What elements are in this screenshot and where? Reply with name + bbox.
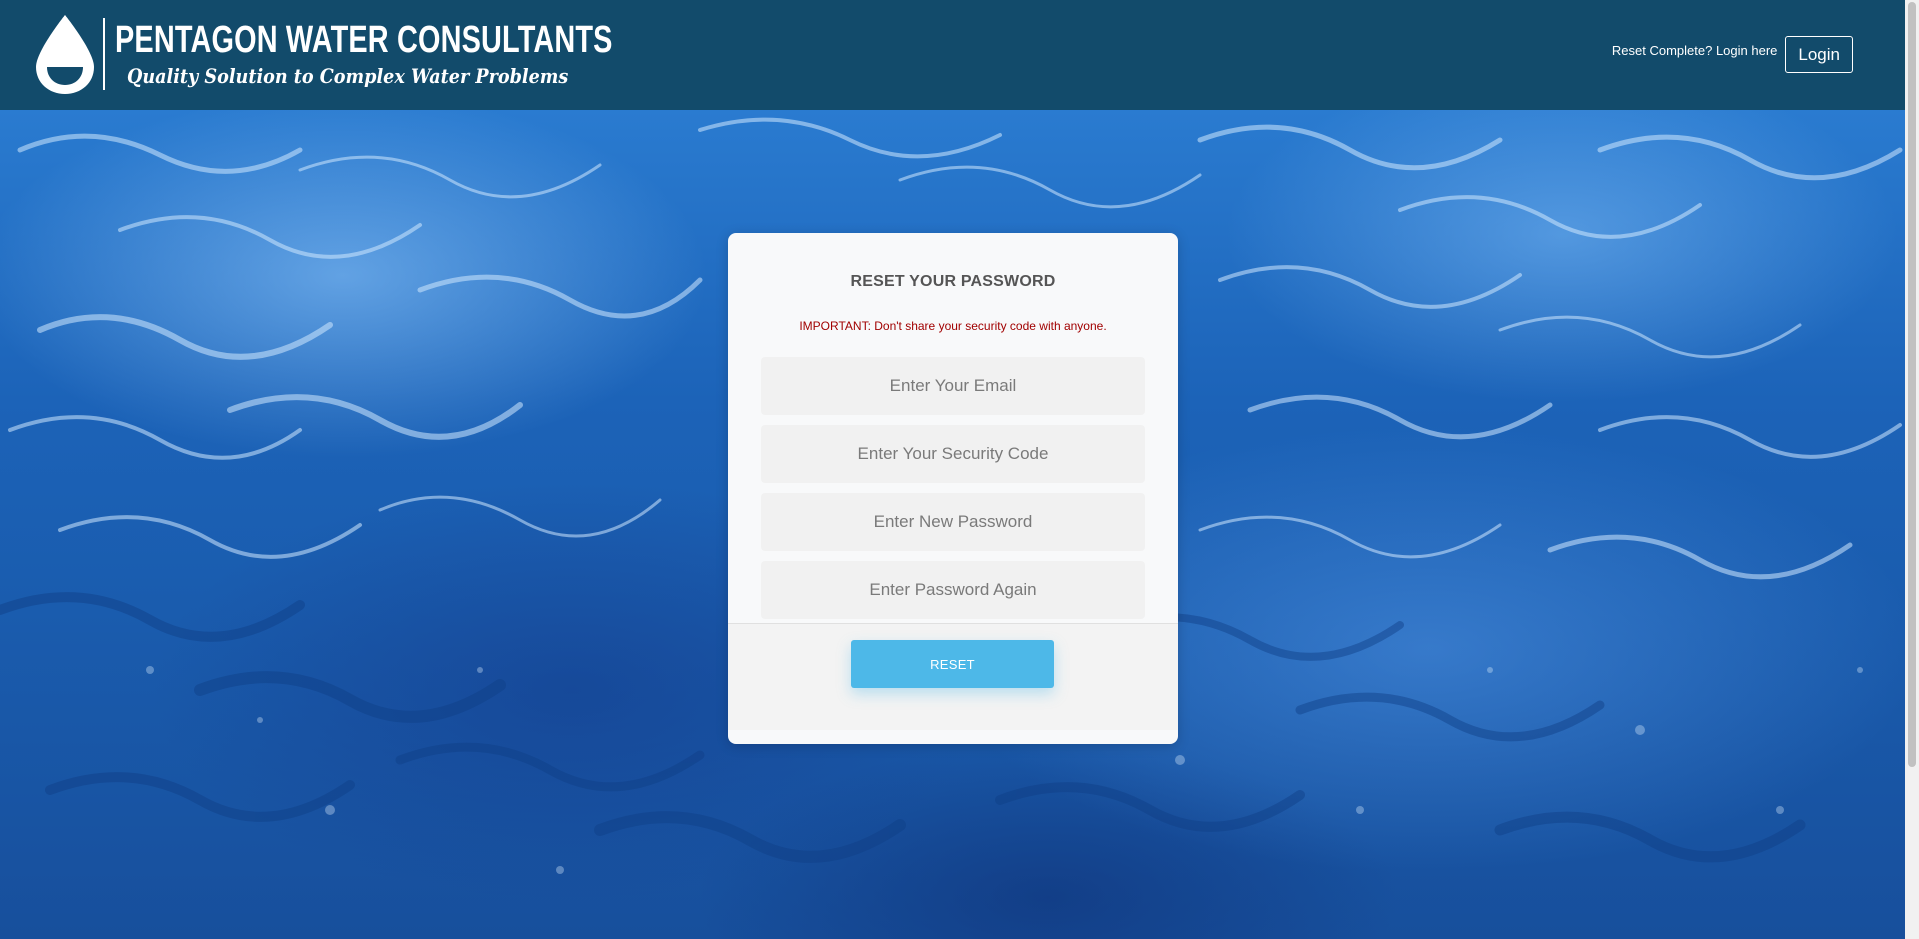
security-warning: IMPORTANT: Don't share your security cod…	[799, 319, 1107, 333]
card-title: RESET YOUR PASSWORD	[850, 273, 1056, 290]
security-code-field[interactable]	[761, 425, 1145, 483]
top-navbar: PENTAGON WATER CONSULTANTS Quality Solut…	[0, 0, 1905, 110]
brand-tagline: Quality Solution to Complex Water Proble…	[127, 64, 569, 88]
nav-right: Reset Complete? Login here Login	[1612, 36, 1853, 73]
brand-name: PENTAGON WATER CONSULTANTS	[115, 19, 613, 61]
email-field[interactable]	[761, 357, 1145, 415]
new-password-field[interactable]	[761, 493, 1145, 551]
brand-divider	[103, 18, 105, 90]
login-hint: Reset Complete? Login here	[1611, 43, 1778, 58]
confirm-password-field[interactable]	[761, 561, 1145, 619]
reset-password-card: RESET YOUR PASSWORD IMPORTANT: Don't sha…	[728, 233, 1178, 744]
reset-button[interactable]: RESET	[851, 640, 1054, 688]
brand[interactable]: PENTAGON WATER CONSULTANTS Quality Solut…	[34, 12, 770, 96]
scrollbar-thumb[interactable]	[1908, 2, 1916, 767]
page-scrollbar[interactable]	[1905, 0, 1919, 939]
card-footer: RESET	[728, 623, 1178, 730]
login-button[interactable]: Login	[1785, 36, 1853, 73]
brand-text: PENTAGON WATER CONSULTANTS Quality Solut…	[115, 19, 770, 89]
water-drop-icon	[36, 15, 94, 94]
